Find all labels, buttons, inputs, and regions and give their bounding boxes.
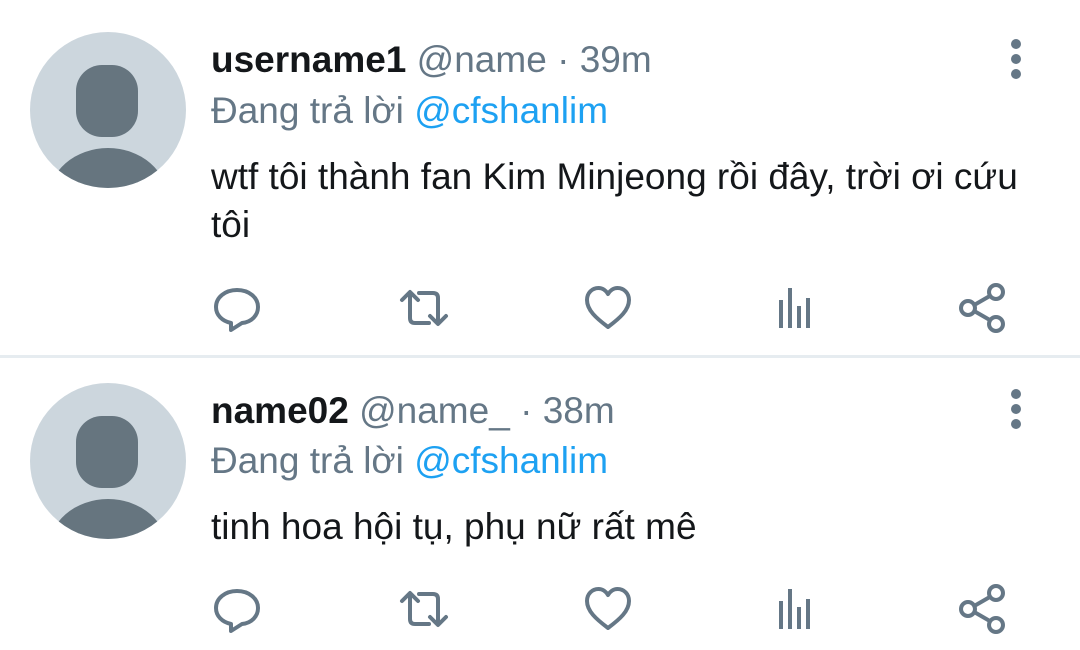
analytics-icon	[779, 288, 810, 328]
reply-button[interactable]	[211, 583, 263, 635]
tweet-text: tinh hoa hội tụ, phụ nữ rất mê	[211, 506, 697, 547]
tweet-header: name02 @name_ · 38m	[211, 389, 615, 433]
display-name[interactable]: username1	[211, 39, 406, 80]
reply-mention-link[interactable]: @cfshanlim	[414, 90, 608, 131]
retweet-icon	[400, 290, 448, 326]
reply-icon	[214, 589, 260, 633]
user-handle[interactable]: @name_	[359, 390, 510, 431]
tweet[interactable]: name02 @name_ · 38m Đang trả lời @cfshan…	[0, 358, 1080, 650]
default-avatar-icon	[49, 416, 167, 539]
avatar[interactable]	[30, 383, 186, 539]
separator-dot: ·	[509, 390, 543, 431]
like-button[interactable]	[582, 583, 634, 635]
display-name[interactable]: name02	[211, 390, 349, 431]
more-vertical-icon	[1011, 389, 1021, 429]
tweet[interactable]: username1 @name · 39m Đang trả lời @cfsh…	[0, 0, 1080, 356]
tweet-feed: username1 @name · 39m Đang trả lời @cfsh…	[0, 0, 1080, 650]
share-icon	[959, 283, 1005, 333]
replying-to: Đang trả lời @cfshanlim	[211, 439, 608, 483]
user-handle[interactable]: @name	[417, 39, 547, 80]
like-button[interactable]	[582, 282, 634, 334]
retweet-button[interactable]	[398, 282, 450, 334]
analytics-icon	[779, 589, 810, 629]
tweet-header: username1 @name · 39m	[211, 38, 652, 82]
timestamp[interactable]: 38m	[543, 390, 615, 431]
heart-icon	[585, 587, 631, 630]
more-vertical-icon	[1011, 39, 1021, 79]
analytics-button[interactable]	[769, 282, 821, 334]
reply-mention-link[interactable]: @cfshanlim	[414, 440, 608, 481]
replying-to-label: Đang trả lời	[211, 440, 415, 481]
retweet-button[interactable]	[398, 583, 450, 635]
separator-dot: ·	[546, 39, 580, 80]
reply-icon	[214, 288, 260, 332]
tweet-text: wtf tôi thành fan Kim Minjeong rồi đây, …	[211, 156, 1018, 245]
share-button[interactable]	[956, 583, 1008, 635]
reply-button[interactable]	[211, 282, 263, 334]
heart-icon	[585, 286, 631, 329]
replying-to-label: Đang trả lời	[211, 90, 415, 131]
more-options-button[interactable]	[996, 36, 1036, 84]
more-options-button[interactable]	[996, 386, 1036, 434]
share-button[interactable]	[956, 282, 1008, 334]
share-icon	[959, 584, 1005, 634]
avatar[interactable]	[30, 32, 186, 188]
default-avatar-icon	[49, 65, 167, 188]
analytics-button[interactable]	[769, 583, 821, 635]
retweet-icon	[400, 591, 448, 627]
replying-to: Đang trả lời @cfshanlim	[211, 89, 608, 133]
timestamp[interactable]: 39m	[580, 39, 652, 80]
